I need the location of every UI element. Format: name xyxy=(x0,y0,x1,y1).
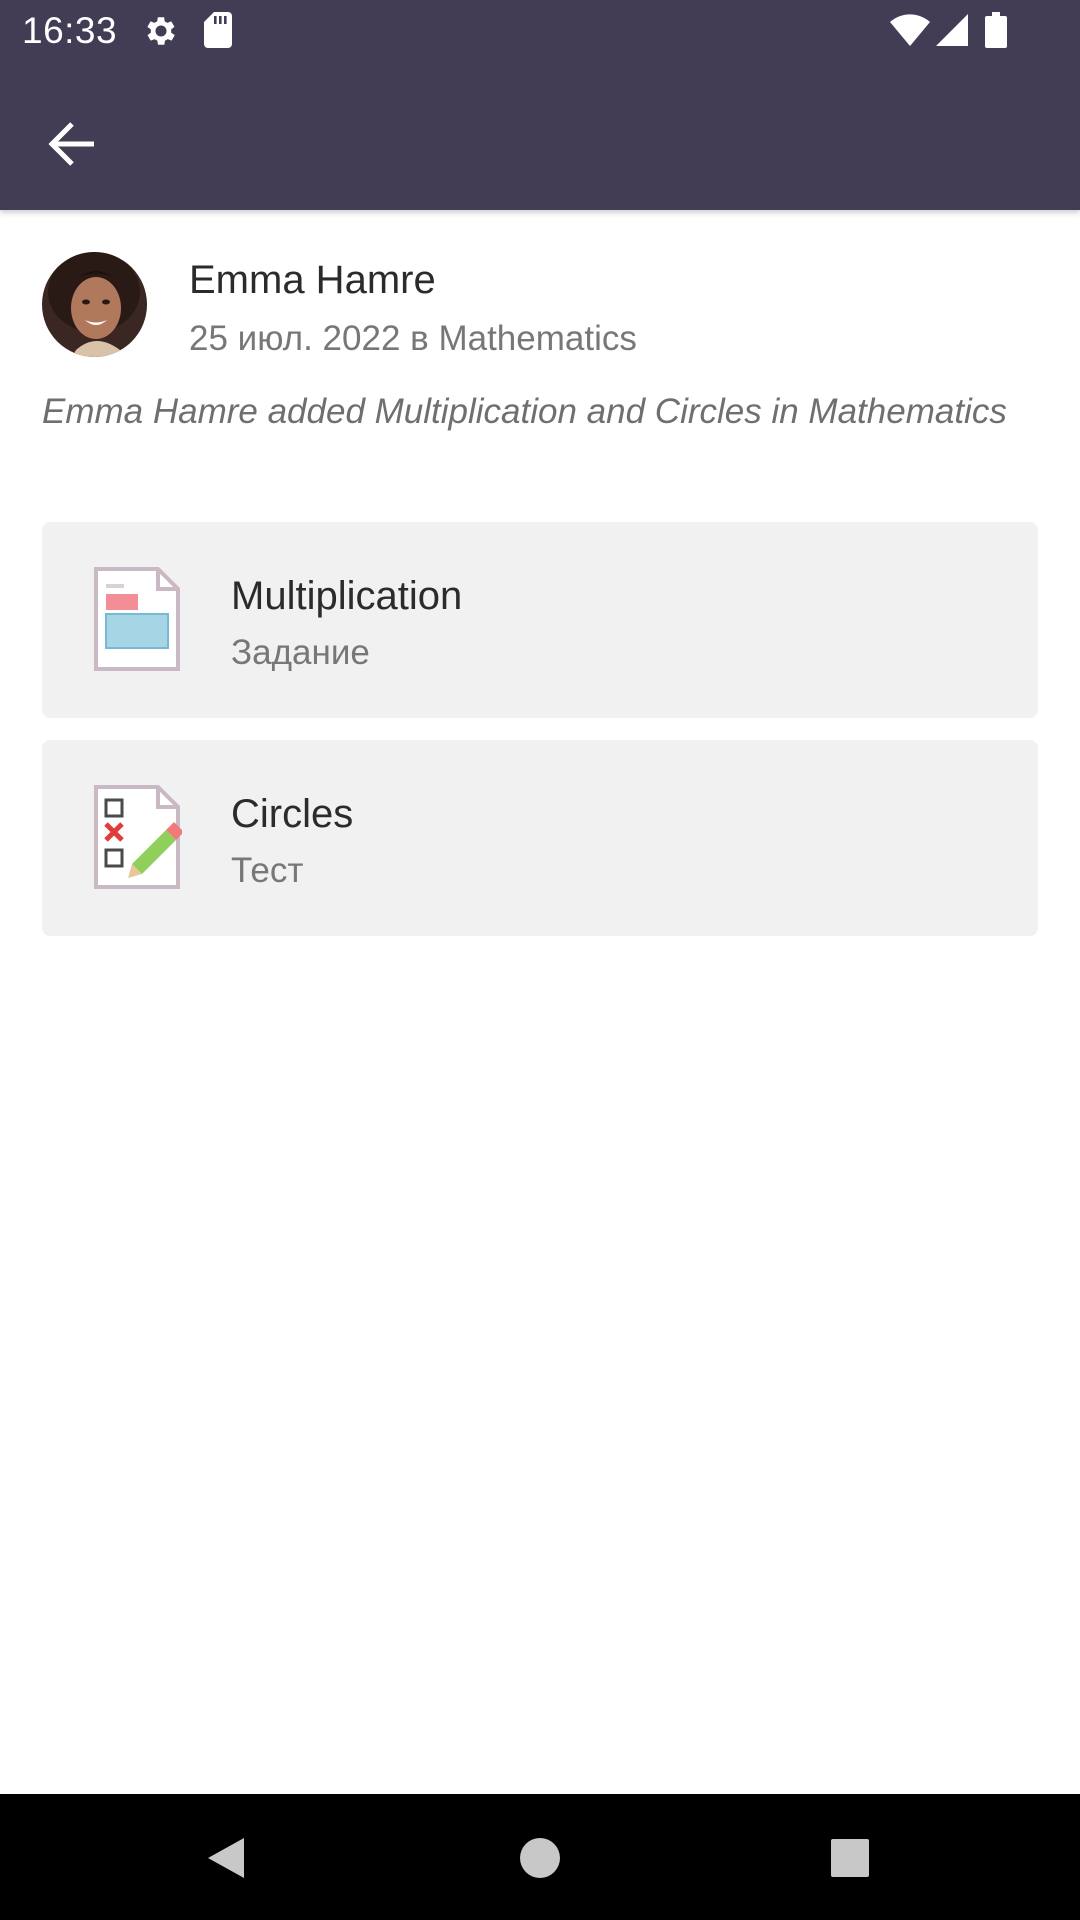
back-button[interactable] xyxy=(32,102,116,186)
status-time: 16:33 xyxy=(22,10,118,51)
avatar[interactable] xyxy=(42,252,147,357)
post-description: Emma Hamre added Multiplication and Circ… xyxy=(42,392,1007,431)
item-type: Задание xyxy=(231,633,370,672)
author-name[interactable]: Emma Hamre xyxy=(189,258,436,303)
status-bar: 16:33 xyxy=(0,0,1080,64)
item-type: Тест xyxy=(231,851,304,890)
signal-icon xyxy=(936,14,968,46)
item-card-circles[interactable]: Circles Тест xyxy=(42,740,1038,936)
gear-icon xyxy=(147,17,175,45)
home-circle-icon[interactable] xyxy=(512,1830,568,1886)
app-bar xyxy=(0,64,1080,210)
sd-card-icon xyxy=(204,12,232,48)
navigation-bar xyxy=(0,1794,1080,1920)
back-triangle-icon[interactable] xyxy=(198,1830,254,1886)
post-meta: 25 июл. 2022 в Mathematics xyxy=(189,319,637,358)
battery-icon xyxy=(985,12,1007,48)
item-title: Circles xyxy=(231,792,354,836)
recents-square-icon[interactable] xyxy=(822,1830,878,1886)
test-checklist-icon xyxy=(94,785,182,889)
item-card-multiplication[interactable]: Multiplication Задание xyxy=(42,522,1038,718)
wifi-icon xyxy=(890,14,930,46)
item-title: Multiplication xyxy=(231,574,463,618)
assignment-icon xyxy=(94,567,180,671)
arrow-left-icon xyxy=(48,122,94,166)
